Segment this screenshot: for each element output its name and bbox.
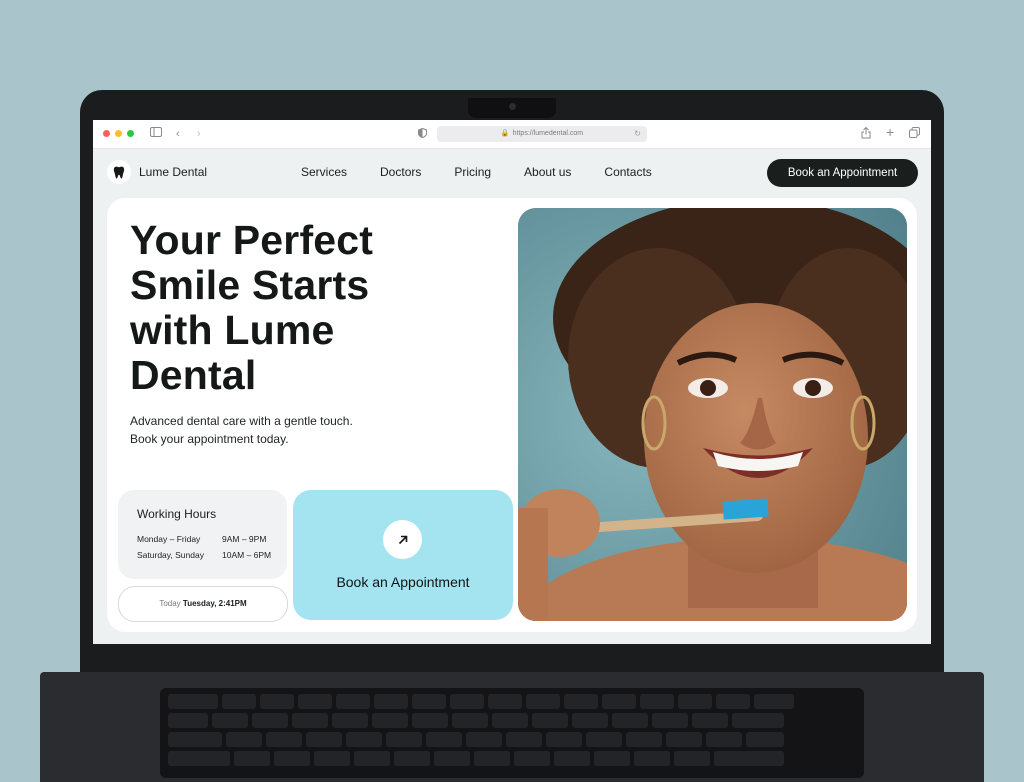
hours-days: Saturday, Sunday (137, 550, 204, 560)
nav-link-pricing[interactable]: Pricing (454, 165, 491, 179)
today-status: Today Tuesday, 2:41PM (118, 586, 288, 622)
book-appointment-button[interactable]: Book an Appointment (767, 159, 918, 187)
tooth-logo-icon[interactable] (107, 160, 131, 184)
window-minimize-button[interactable] (115, 130, 122, 137)
book-appointment-label: Book an Appointment (336, 574, 470, 590)
keyboard-row-numbers (168, 713, 784, 728)
address-bar[interactable]: 🔒 https://lumedental.com ↻ (437, 126, 647, 142)
book-appointment-card[interactable]: Book an Appointment (293, 490, 513, 620)
forward-icon[interactable]: › (197, 127, 201, 141)
keyboard-row-top (168, 732, 784, 747)
nav-link-contacts[interactable]: Contacts (604, 165, 651, 179)
hero-subtitle: Advanced dental care with a gentle touch… (130, 413, 353, 448)
hours-time: 10AM – 6PM (222, 550, 272, 560)
tab-overview-icon[interactable] (909, 127, 920, 142)
hero-title-line: Your Perfect (130, 217, 374, 263)
working-hours-card: Working Hours Monday – Friday 9AM – 9PM … (118, 490, 287, 579)
hero-title-line: with Lume (130, 307, 335, 353)
privacy-shield-icon[interactable] (418, 127, 427, 142)
hero-title-line: Smile Starts (130, 262, 370, 308)
reload-icon[interactable]: ↻ (634, 126, 641, 142)
hero-subtitle-line: Advanced dental care with a gentle touch… (130, 414, 353, 428)
hero-title: Your Perfect Smile Starts with Lume Dent… (130, 218, 490, 398)
browser-toolbar: ‹ › 🔒 https://lumedental.com ↻ + (93, 120, 931, 149)
lock-icon: 🔒 (500, 130, 510, 137)
hero-section: Your Perfect Smile Starts with Lume Dent… (107, 198, 917, 632)
share-icon[interactable] (861, 126, 871, 143)
hours-days: Monday – Friday (137, 534, 201, 544)
nav-link-services[interactable]: Services (301, 165, 347, 179)
arrow-up-right-icon (383, 520, 422, 559)
hero-subtitle-line: Book your appointment today. (130, 431, 289, 446)
window-zoom-button[interactable] (127, 130, 134, 137)
nav-link-about-us[interactable]: About us (524, 165, 571, 179)
brand-name[interactable]: Lume Dental (139, 165, 207, 179)
sidebar-toggle-icon[interactable] (150, 127, 162, 141)
nav-link-doctors[interactable]: Doctors (380, 165, 421, 179)
hero-photo (518, 208, 907, 621)
hours-time: 9AM – 9PM (222, 534, 267, 544)
laptop-screen: ‹ › 🔒 https://lumedental.com ↻ + Lume Den… (93, 120, 931, 644)
window-close-button[interactable] (103, 130, 110, 137)
keyboard-row-function (168, 694, 794, 709)
working-hours-title: Working Hours (137, 507, 217, 521)
today-value: Tuesday, 2:41PM (182, 599, 247, 608)
url-text: https://lumedental.com (512, 130, 584, 137)
today-label: Today (159, 599, 181, 608)
site-header: Lume Dental Services Doctors Pricing Abo… (93, 148, 931, 198)
hero-title-line: Dental (130, 352, 257, 398)
new-tab-icon[interactable]: + (886, 125, 894, 139)
camera-icon (509, 103, 516, 110)
back-icon[interactable]: ‹ (176, 127, 180, 141)
keyboard-row-home (168, 751, 784, 766)
main-nav: Services Doctors Pricing About us Contac… (301, 165, 652, 179)
